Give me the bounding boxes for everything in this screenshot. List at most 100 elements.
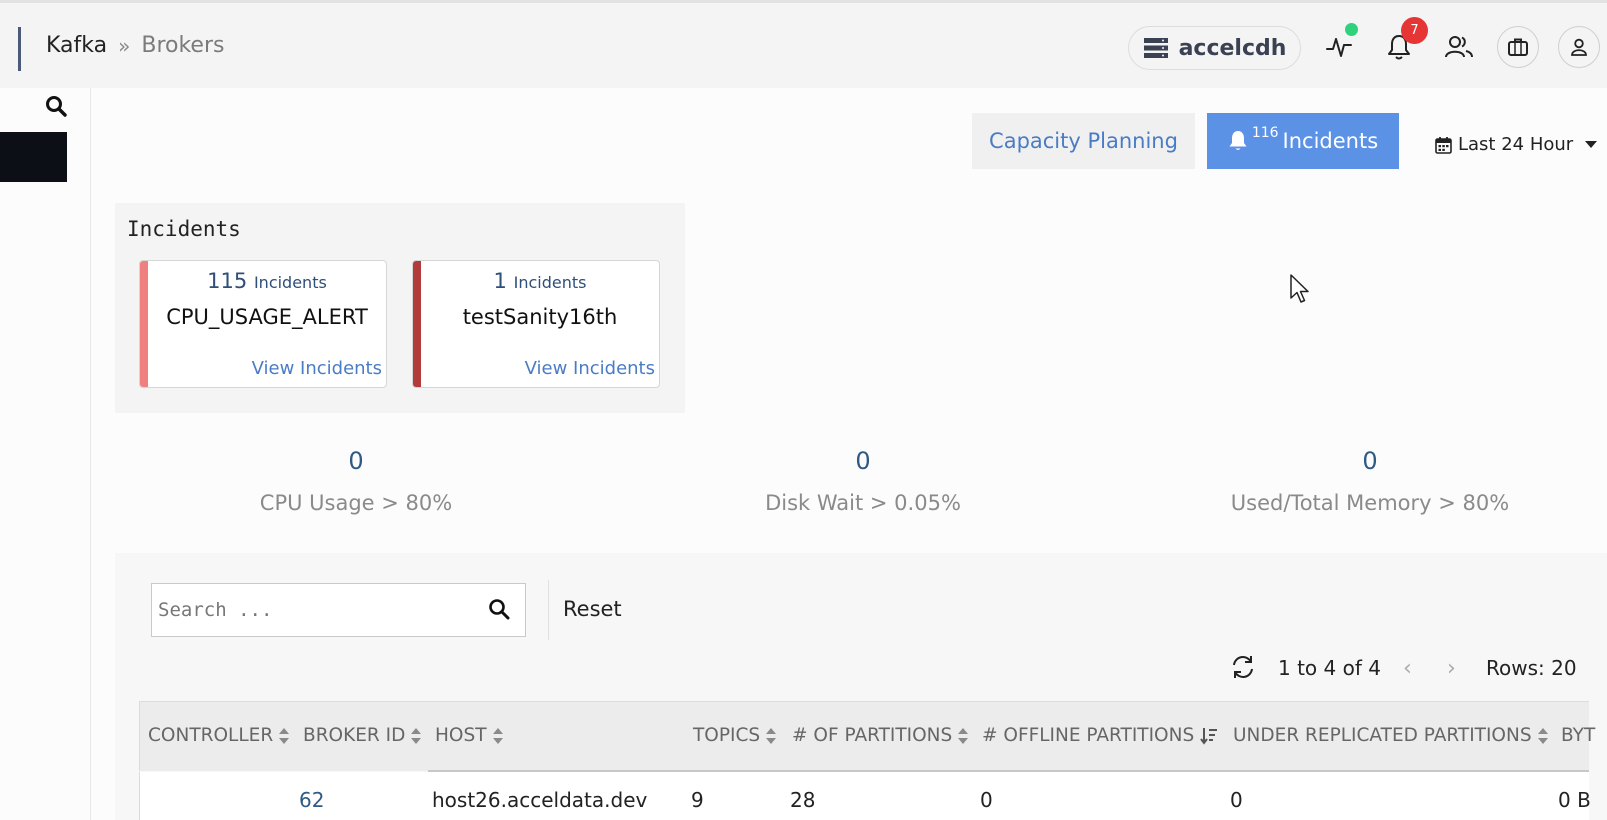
- incident-count-value: 115: [207, 269, 248, 293]
- table-search-input[interactable]: [158, 594, 468, 626]
- refresh-icon: [1233, 656, 1253, 678]
- search-icon: [489, 599, 510, 620]
- search-icon: [46, 96, 67, 117]
- column-label: HOST: [435, 725, 487, 746]
- capacity-planning-button[interactable]: Capacity Planning: [972, 113, 1195, 169]
- cluster-server-icon: [1143, 38, 1168, 58]
- sidebar-active-item[interactable]: [0, 132, 67, 182]
- table-search-button[interactable]: [487, 597, 513, 623]
- incidents-title: Incidents: [127, 217, 241, 241]
- metric-memory: 0 Used/Total Memory > 80%: [1200, 447, 1540, 515]
- metric-label: Disk Wait > 0.05%: [765, 491, 961, 515]
- activity-pulse-icon: [1326, 38, 1352, 57]
- status-dot: [1345, 23, 1358, 36]
- metric-disk-wait: 0 Disk Wait > 0.05%: [693, 447, 1033, 515]
- table-header: CONTROLLER BROKER ID HOST TOPICS # OF PA…: [139, 701, 1595, 771]
- breadcrumb: Kafka » Brokers: [46, 33, 224, 58]
- pagination-summary: 1 to 4 of 4: [1278, 656, 1381, 680]
- column-label: UNDER REPLICATED PARTITIONS: [1233, 725, 1532, 746]
- incidents-panel: Incidents 115 Incidents CPU_USAGE_ALERT …: [115, 203, 685, 413]
- breadcrumb-separator: »: [118, 33, 131, 58]
- cell-under-replicated: 0: [1230, 788, 1243, 812]
- rows-per-page[interactable]: Rows: 20: [1486, 656, 1577, 680]
- header-divider: [18, 27, 21, 71]
- mouse-cursor-icon: [1290, 274, 1309, 303]
- metric-value: 0: [348, 447, 364, 475]
- sort-icon: [492, 727, 503, 744]
- metric-label: Used/Total Memory > 80%: [1230, 491, 1510, 515]
- incident-name: CPU_USAGE_ALERT: [166, 305, 368, 329]
- breadcrumb-kafka[interactable]: Kafka: [46, 33, 107, 58]
- top-header: Kafka » Brokers: [0, 0, 1607, 88]
- next-page-button[interactable]: ›: [1447, 656, 1456, 681]
- column-header-under-replicated[interactable]: UNDER REPLICATED PARTITIONS: [1233, 725, 1548, 746]
- user-icon: [1571, 38, 1587, 56]
- bell-icon: [1229, 131, 1247, 150]
- column-label: CONTROLLER: [148, 725, 274, 746]
- incident-stripe: [413, 261, 421, 387]
- notification-badge: 7: [1401, 17, 1428, 44]
- metric-label: CPU Usage > 80%: [259, 491, 453, 515]
- incidents-count: 116: [1251, 125, 1279, 141]
- cell-offline-partitions: 0: [980, 788, 993, 812]
- column-header-host[interactable]: HOST: [435, 725, 503, 746]
- column-label: BYT: [1561, 725, 1596, 746]
- column-label: # OFFLINE PARTITIONS: [982, 725, 1195, 746]
- sidebar-search-button[interactable]: [44, 94, 70, 120]
- sort-icon: [279, 727, 290, 744]
- incidents-button[interactable]: 116 Incidents: [1207, 113, 1399, 169]
- incident-count-unit: Incidents: [253, 273, 327, 292]
- timerange-dropdown[interactable]: Last 24 Hour: [1435, 134, 1598, 155]
- sidebar: [0, 88, 91, 820]
- table-row[interactable]: [139, 772, 1589, 820]
- column-label: # OF PARTITIONS: [792, 725, 953, 746]
- breadcrumb-brokers: Brokers: [141, 33, 225, 58]
- incident-name: testSanity16th: [462, 305, 618, 329]
- users-button[interactable]: [1440, 28, 1478, 66]
- cell-bytes: 0 B: [1558, 788, 1591, 812]
- cell-host: host26.acceldata.dev: [432, 788, 648, 812]
- column-label: TOPICS: [693, 725, 761, 746]
- reset-button[interactable]: Reset: [563, 597, 622, 621]
- column-header-topics[interactable]: TOPICS: [693, 725, 777, 746]
- incidents-label: Incidents: [1282, 129, 1379, 153]
- reset-divider: [548, 580, 549, 640]
- briefcase-icon: [1508, 38, 1528, 56]
- sort-icon: [766, 727, 777, 744]
- incident-card: 115 Incidents CPU_USAGE_ALERT View Incid…: [139, 260, 387, 388]
- incident-count: 115 Incidents: [148, 269, 386, 293]
- profile-button[interactable]: [1558, 26, 1600, 68]
- column-label: BROKER ID: [303, 725, 406, 746]
- cluster-selector[interactable]: accelcdh: [1128, 26, 1301, 70]
- view-incidents-link[interactable]: View Incidents: [525, 358, 655, 379]
- incident-stripe: [140, 261, 148, 387]
- activity-button[interactable]: [1320, 23, 1358, 66]
- cell-broker-id[interactable]: 62: [299, 788, 324, 812]
- prev-page-button[interactable]: ‹: [1403, 656, 1412, 681]
- incident-count-unit: Incidents: [513, 273, 587, 292]
- refresh-button[interactable]: [1230, 654, 1258, 682]
- column-header-partitions[interactable]: # OF PARTITIONS: [792, 725, 969, 746]
- incident-card: 1 Incidents testSanity16th View Incident…: [412, 260, 660, 388]
- notifications-button[interactable]: 7: [1380, 17, 1428, 66]
- column-header-controller[interactable]: CONTROLLER: [148, 725, 290, 746]
- incident-count-value: 1: [493, 269, 507, 293]
- caret-down-icon: [1585, 140, 1598, 148]
- metric-value: 0: [855, 447, 871, 475]
- column-header-broker-id[interactable]: BROKER ID: [303, 725, 422, 746]
- cell-partitions: 28: [790, 788, 816, 812]
- column-header-offline-partitions[interactable]: # OFFLINE PARTITIONS: [982, 725, 1218, 746]
- view-incidents-link[interactable]: View Incidents: [252, 358, 382, 379]
- sort-icon: [1537, 727, 1548, 744]
- sort-desc-icon: [1200, 727, 1218, 745]
- calendar-icon: [1435, 136, 1452, 154]
- timerange-label: Last 24 Hour: [1458, 134, 1574, 155]
- incident-count: 1 Incidents: [421, 269, 659, 293]
- column-header-bytes[interactable]: BYT: [1561, 725, 1595, 746]
- cluster-name: accelcdh: [1178, 35, 1287, 61]
- workspace-button[interactable]: [1497, 26, 1539, 68]
- sort-icon: [958, 727, 969, 744]
- metric-cpu-usage: 0 CPU Usage > 80%: [186, 447, 526, 515]
- cell-topics: 9: [691, 788, 704, 812]
- metric-value: 0: [1362, 447, 1378, 475]
